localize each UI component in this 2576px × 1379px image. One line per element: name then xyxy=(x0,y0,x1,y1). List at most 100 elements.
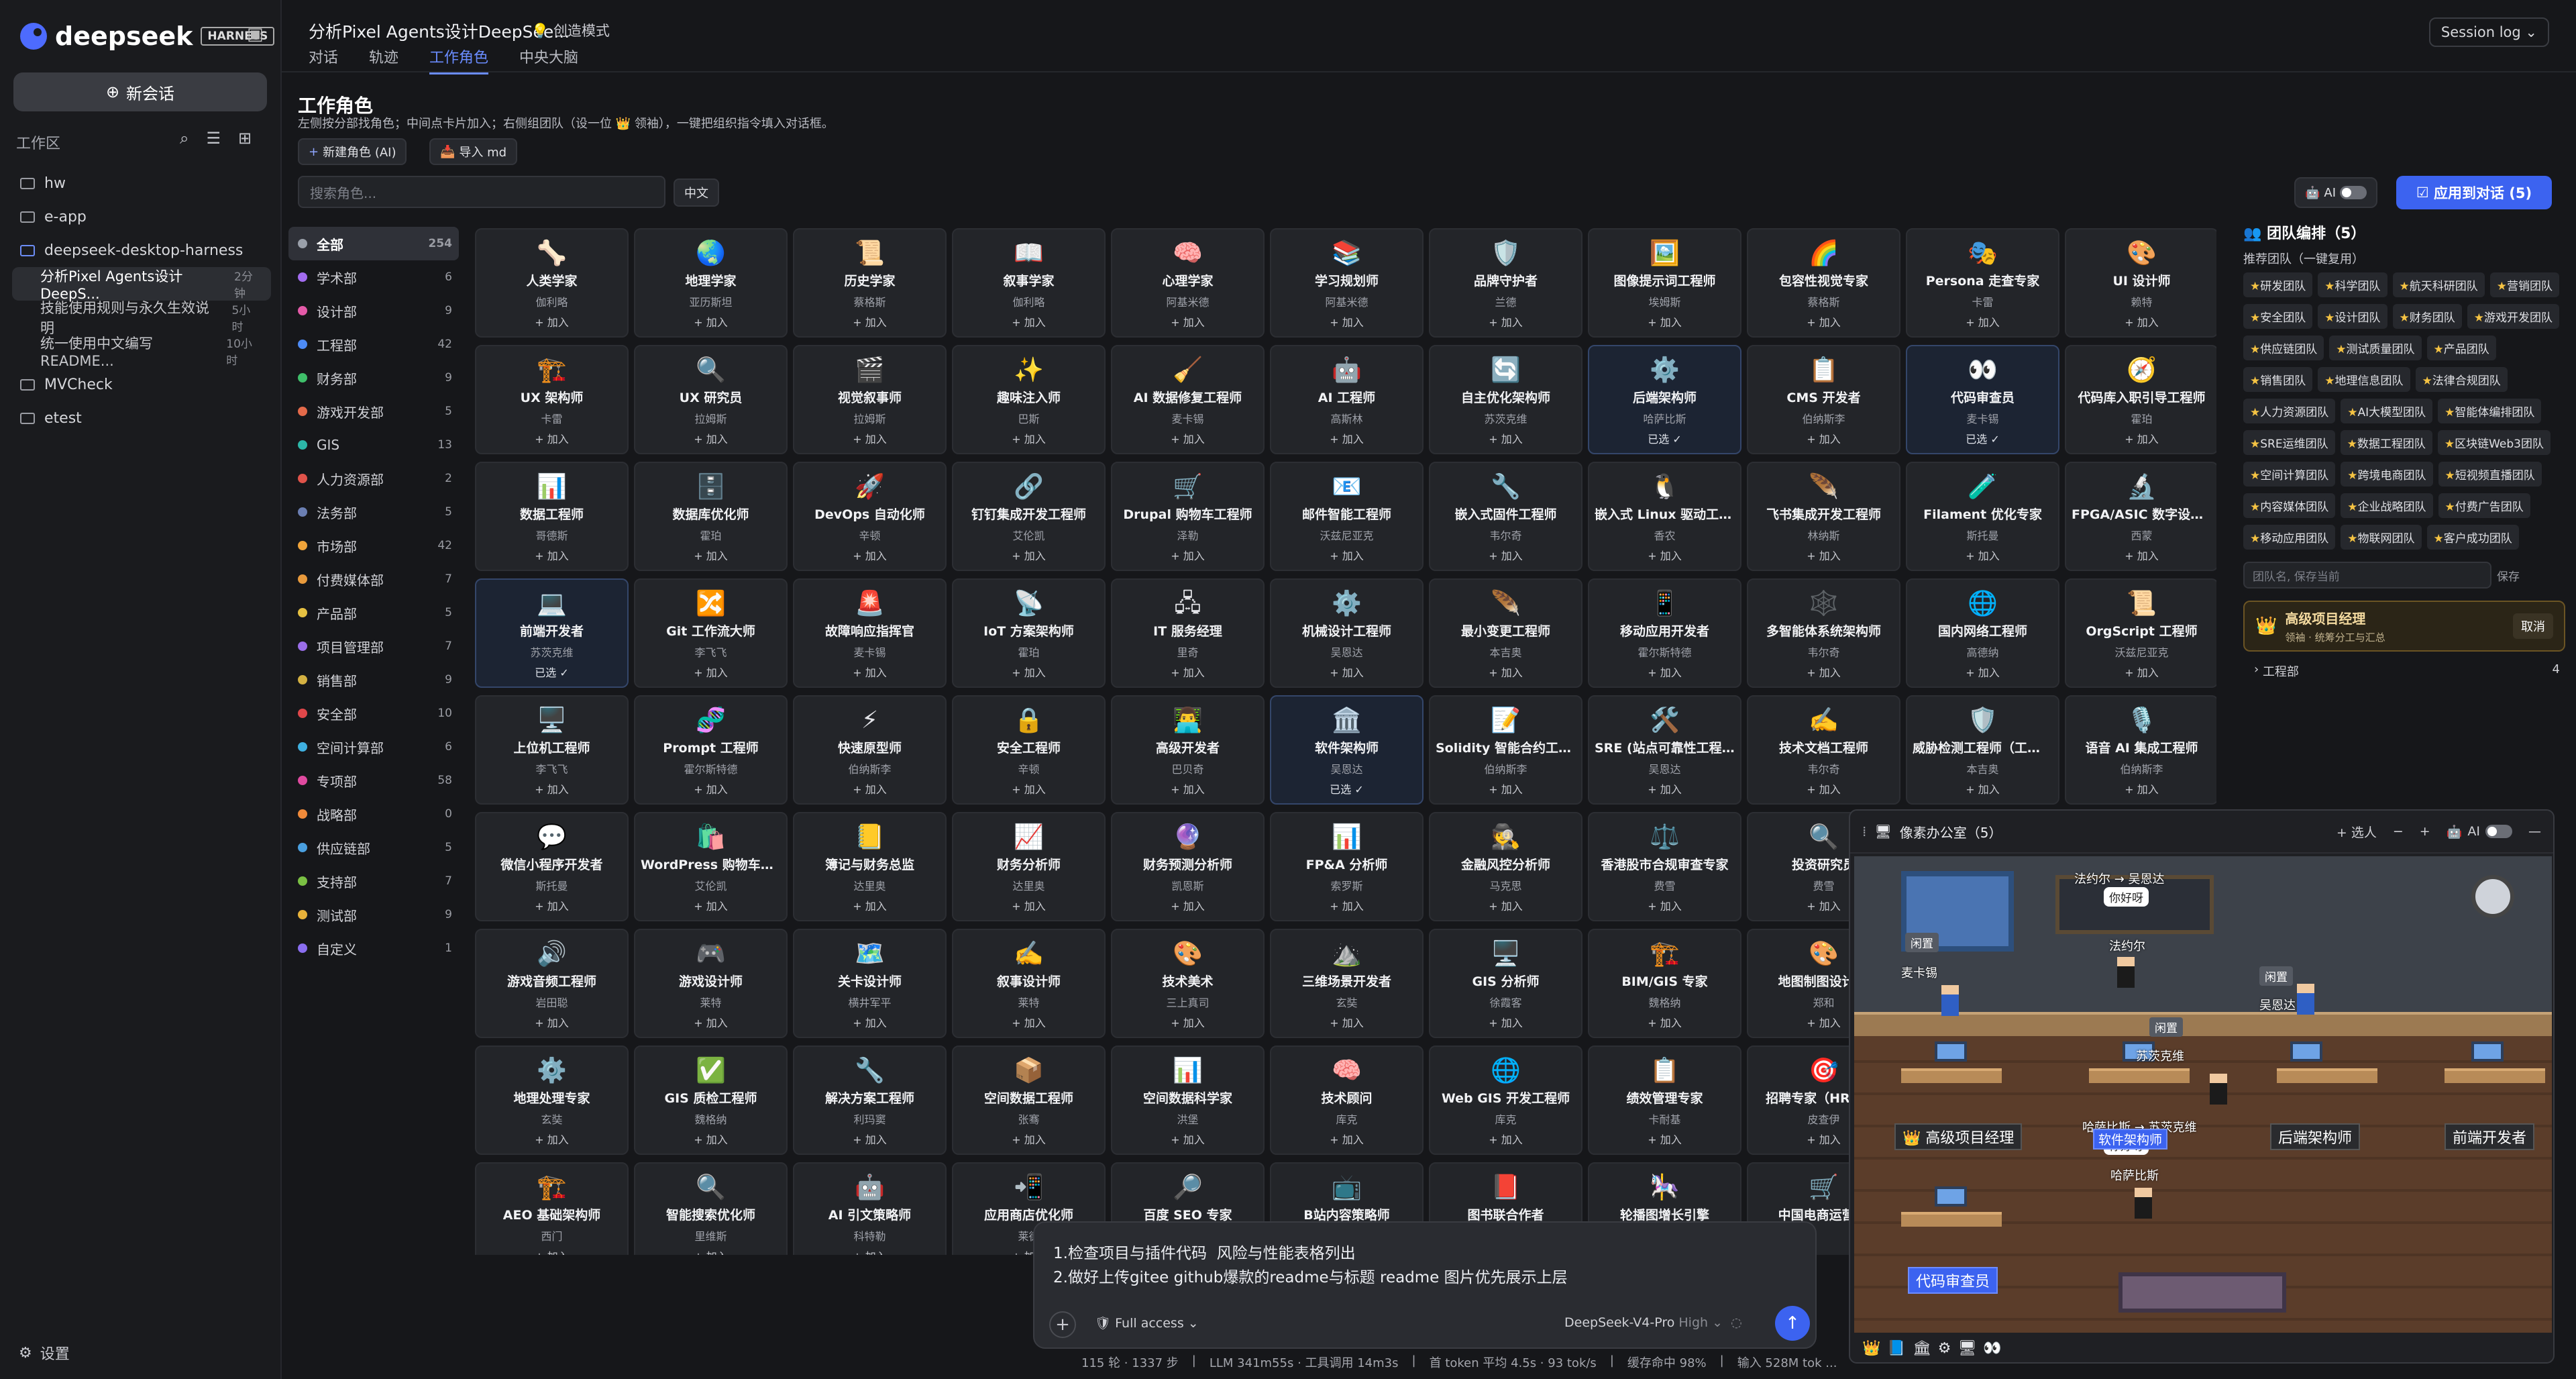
role-card[interactable]: 🪶 飞书集成开发工程师 林纳斯 + 加入 xyxy=(1747,462,1900,571)
role-card[interactable]: 🗺️ 关卡设计师 横井军平 + 加入 xyxy=(793,929,947,1038)
team-template-tag[interactable]: 付费广告团队 xyxy=(2438,493,2530,518)
agent-avatar[interactable] xyxy=(2297,984,2314,1015)
role-card[interactable]: 📡 IoT 方案架构师 霍珀 + 加入 xyxy=(952,578,1106,688)
add-role-button[interactable]: + 加入 xyxy=(1271,897,1422,913)
minimize-button[interactable]: — xyxy=(2528,824,2541,839)
role-card[interactable]: 🔗 钉钉集成开发工程师 艾伦凯 + 加入 xyxy=(952,462,1106,571)
add-role-button[interactable]: + 加入 xyxy=(1271,1131,1422,1147)
team-template-tag[interactable]: 研发团队 xyxy=(2243,272,2313,297)
add-role-button[interactable]: + 加入 xyxy=(1430,897,1581,913)
role-card[interactable]: 🎭 Persona 走查专家 卡雷 + 加入 xyxy=(1906,228,2059,338)
add-role-button[interactable]: + 加入 xyxy=(2066,780,2216,797)
folder-item[interactable]: etest xyxy=(12,401,271,435)
add-role-button[interactable]: + 加入 xyxy=(2066,430,2216,446)
team-template-tag[interactable]: 空间计算团队 xyxy=(2243,462,2336,487)
tab-1[interactable]: 轨迹 xyxy=(369,46,398,74)
department-item[interactable]: 付费媒体部 7 xyxy=(288,562,459,596)
role-card[interactable]: ✅ GIS 质检工程师 魏格纳 + 加入 xyxy=(634,1045,788,1155)
agent-avatar[interactable] xyxy=(2210,1074,2227,1105)
conversation-item[interactable]: 技能使用规则与永久生效说明 5小时 xyxy=(12,300,271,336)
role-card[interactable]: ⚖️ 香港股市合规审查专家 费雪 + 加入 xyxy=(1588,812,1741,921)
add-role-button[interactable]: + 加入 xyxy=(1271,664,1422,680)
team-template-tag[interactable]: 航天科研团队 xyxy=(2392,272,2485,297)
import-md-button[interactable]: 📥 导入 md xyxy=(429,138,518,165)
team-template-tag[interactable]: 客户成功团队 xyxy=(2426,525,2519,550)
add-role-button[interactable]: + 加入 xyxy=(794,547,945,563)
role-card[interactable]: 🚨 故障响应指挥官 麦卡锡 + 加入 xyxy=(793,578,947,688)
add-role-button[interactable]: + 加入 xyxy=(476,430,627,446)
add-role-button[interactable]: + 加入 xyxy=(2066,313,2216,329)
add-role-button[interactable]: + 加入 xyxy=(635,780,786,797)
team-template-tag[interactable]: 移动应用团队 xyxy=(2243,525,2336,550)
new-chat-button[interactable]: ⊕ 新会话 xyxy=(13,72,267,111)
role-card[interactable]: 💻 前端开发者 苏茨克维 已选 ✓ xyxy=(475,578,629,688)
add-role-button[interactable]: + 加入 xyxy=(953,664,1104,680)
role-card[interactable]: 🖥️ 上位机工程师 李飞飞 + 加入 xyxy=(475,695,629,805)
team-template-tag[interactable]: 地理信息团队 xyxy=(2318,367,2410,392)
role-card[interactable]: 🎨 UI 设计师 赖特 + 加入 xyxy=(2065,228,2216,338)
department-item[interactable]: 测试部 9 xyxy=(288,898,459,931)
agent-avatar[interactable] xyxy=(1941,985,1959,1016)
role-card[interactable]: 🛍️ WordPress 购物车工程... 艾伦凯 + 加入 xyxy=(634,812,788,921)
role-card[interactable]: 📊 FP&A 分析师 索罗斯 + 加入 xyxy=(1270,812,1424,921)
office-scene[interactable]: 法约尔 → 吴恩达 你好呀 闲置 麦卡锡 法约尔 闲置 吴恩达 闲置 苏茨克维 … xyxy=(1854,856,2552,1333)
add-role-button[interactable]: 已选 ✓ xyxy=(1589,430,1740,446)
add-role-button[interactable]: + 加入 xyxy=(1112,547,1263,563)
role-card[interactable]: 📋 CMS 开发者 伯纳斯李 + 加入 xyxy=(1747,345,1900,454)
role-card[interactable]: 📖 叙事学家 伽利略 + 加入 xyxy=(952,228,1106,338)
team-template-tag[interactable]: 企业战略团队 xyxy=(2341,493,2433,518)
team-template-tag[interactable]: 设计团队 xyxy=(2318,304,2387,329)
team-template-tag[interactable]: SRE运维团队 xyxy=(2243,430,2335,455)
role-card[interactable]: 🛠️ SRE (站点可靠性工程师) 吴恩达 + 加入 xyxy=(1588,695,1741,805)
tab-2[interactable]: 工作角色 xyxy=(429,46,489,74)
add-role-button[interactable]: + 加入 xyxy=(476,1014,627,1030)
add-role-button[interactable]: + 加入 xyxy=(794,313,945,329)
team-template-tag[interactable]: 科学团队 xyxy=(2318,272,2387,297)
role-card[interactable]: 📒 簿记与财务总监 达里奥 + 加入 xyxy=(793,812,947,921)
add-role-button[interactable]: + 加入 xyxy=(1112,313,1263,329)
add-role-button[interactable]: + 加入 xyxy=(794,897,945,913)
add-role-button[interactable]: + 加入 xyxy=(1430,1131,1581,1147)
add-role-button[interactable]: + 加入 xyxy=(1589,664,1740,680)
add-role-button[interactable]: + 加入 xyxy=(1907,780,2058,797)
add-role-button[interactable]: + 加入 xyxy=(476,897,627,913)
role-card[interactable]: 🌈 包容性视觉专家 蔡格斯 + 加入 xyxy=(1747,228,1900,338)
role-card[interactable]: 🛡️ 品牌守护者 兰德 + 加入 xyxy=(1429,228,1582,338)
role-card[interactable]: 📊 空间数据科学家 洪堡 + 加入 xyxy=(1111,1045,1265,1155)
add-role-button[interactable]: 已选 ✓ xyxy=(1271,780,1422,797)
add-role-button[interactable]: + 加入 xyxy=(476,1131,627,1147)
attach-button[interactable]: + xyxy=(1049,1311,1076,1338)
add-role-button[interactable]: + 加入 xyxy=(1589,780,1740,797)
tab-0[interactable]: 对话 xyxy=(309,46,338,74)
settings-button[interactable]: ⚙ 设置 xyxy=(19,1342,70,1364)
team-template-tag[interactable]: 产品团队 xyxy=(2426,336,2496,360)
add-role-button[interactable]: + 加入 xyxy=(794,664,945,680)
add-role-button[interactable]: + 加入 xyxy=(953,547,1104,563)
role-card[interactable]: 🤖 AI 工程师 高斯林 + 加入 xyxy=(1270,345,1424,454)
department-item[interactable]: GIS 13 xyxy=(288,428,459,462)
add-role-button[interactable]: + 加入 xyxy=(1748,780,1899,797)
role-card[interactable]: ⚙️ 后端架构师 哈萨比斯 已选 ✓ xyxy=(1588,345,1741,454)
team-template-tag[interactable]: 跨境电商团队 xyxy=(2341,462,2433,487)
save-team-button[interactable]: 保存 xyxy=(2497,567,2520,584)
add-role-button[interactable]: + 加入 xyxy=(635,1247,786,1255)
role-card[interactable]: 🤖 AI 引文策略师科特勒 + 加入 xyxy=(793,1162,947,1255)
monitor-icon[interactable]: 🖥 xyxy=(1957,1340,1976,1357)
department-item[interactable]: 战略部 0 xyxy=(288,797,459,831)
add-role-button[interactable]: + 加入 xyxy=(953,897,1104,913)
add-role-button[interactable]: + 加入 xyxy=(476,547,627,563)
add-role-button[interactable]: + 加入 xyxy=(1271,547,1422,563)
role-card[interactable]: 🎬 视觉叙事师 拉姆斯 + 加入 xyxy=(793,345,947,454)
department-item[interactable]: 学术部 6 xyxy=(288,260,459,294)
add-role-button[interactable]: + 加入 xyxy=(635,664,786,680)
creative-mode-toggle[interactable]: 💡 创造模式 xyxy=(531,20,610,40)
role-card[interactable]: 🌏 地理学家 亚历斯坦 + 加入 xyxy=(634,228,788,338)
role-card[interactable]: 🎙️ 语音 AI 集成工程师 伯纳斯李 + 加入 xyxy=(2065,695,2216,805)
add-role-button[interactable]: + 加入 xyxy=(1748,664,1899,680)
ai-toggle[interactable]: 🤖 AI xyxy=(2294,177,2378,208)
role-card[interactable]: 🏗️ UX 架构师 卡雷 + 加入 xyxy=(475,345,629,454)
toggle-switch[interactable] xyxy=(2340,186,2367,199)
role-search-input[interactable]: 搜索角色... xyxy=(298,176,665,208)
role-card[interactable]: ⚙️ 机械设计工程师 吴恩达 + 加入 xyxy=(1270,578,1424,688)
folder-item[interactable]: MVCheck xyxy=(12,368,271,401)
